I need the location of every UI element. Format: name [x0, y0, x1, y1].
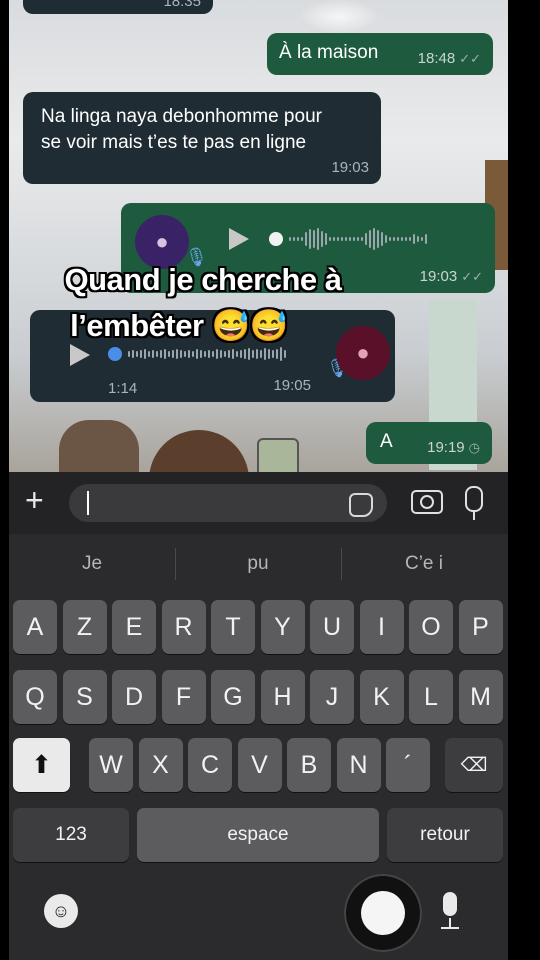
backspace-key[interactable]: ⌫ — [445, 738, 503, 792]
key-t[interactable]: T — [211, 600, 255, 654]
clock-icon: ◷ — [468, 439, 480, 455]
message-incoming-2[interactable]: Na linga naya debonhomme pour se voir ma… — [23, 92, 381, 184]
return-key[interactable]: retour — [387, 808, 503, 862]
background-person — [59, 420, 139, 472]
keyboard-mic-base — [441, 927, 459, 929]
message-input[interactable] — [69, 484, 387, 522]
person-icon: ● — [356, 340, 370, 365]
key-z[interactable]: Z — [62, 600, 107, 654]
keyboard-mic-icon[interactable] — [443, 892, 457, 916]
key-k[interactable]: K — [359, 670, 404, 724]
key-s[interactable]: S — [62, 670, 107, 724]
plus-icon[interactable]: + — [25, 484, 44, 516]
key-w[interactable]: W — [89, 738, 133, 792]
message-composer: + — [9, 472, 508, 534]
playback-position-dot[interactable] — [108, 347, 122, 361]
overlay-caption-line1: Quand je cherche à — [64, 262, 343, 297]
key-p[interactable]: P — [458, 600, 503, 654]
key-b[interactable]: B — [287, 738, 331, 792]
dictation-button-inner — [361, 891, 405, 935]
shift-key[interactable]: ⬆ — [13, 738, 70, 792]
avatar: ● — [336, 326, 390, 380]
key-o[interactable]: O — [409, 600, 453, 654]
numbers-key[interactable]: 123 — [13, 808, 129, 862]
voice-duration: 1:14 — [108, 380, 138, 397]
microphone-icon[interactable] — [465, 486, 483, 512]
ceiling-light — [299, 0, 379, 34]
suggestion-3[interactable]: C’e i — [341, 534, 507, 594]
message-text-line2: se voir mais t’es te pas en ligne — [41, 132, 307, 153]
message-outgoing-1[interactable]: À la maison 18:48 ✓✓ — [267, 33, 493, 75]
key-j[interactable]: J — [310, 670, 354, 724]
key-q[interactable]: Q — [13, 670, 57, 724]
screen: 18:35 À la maison 18:48 ✓✓ Na linga naya … — [9, 0, 508, 960]
key-e[interactable]: E — [112, 600, 156, 654]
message-time: 19:03 — [419, 268, 458, 285]
message-time: 19:19 — [427, 439, 465, 456]
key-g[interactable]: G — [211, 670, 255, 724]
message-time: 19:03 — [331, 159, 369, 176]
read-check-icon: ✓✓ — [461, 268, 483, 284]
space-key[interactable]: espace — [137, 808, 379, 862]
key-y[interactable]: Y — [260, 600, 305, 654]
microphone-stem — [473, 512, 475, 520]
message-text: A — [380, 431, 393, 452]
read-check-icon: ✓✓ — [459, 50, 481, 66]
message-text: À la maison — [279, 42, 379, 63]
emoji-icon[interactable]: ☺ — [44, 894, 78, 928]
playback-position-dot[interactable] — [269, 232, 283, 246]
message-time: 19:05 — [273, 377, 311, 394]
message-time: 18:35 — [163, 0, 201, 10]
key-x[interactable]: X — [138, 738, 183, 792]
play-icon[interactable] — [229, 228, 249, 250]
key-u[interactable]: U — [310, 600, 354, 654]
key-v[interactable]: V — [237, 738, 282, 792]
key-h[interactable]: H — [260, 670, 305, 724]
key-r[interactable]: R — [161, 600, 206, 654]
suggestion-2[interactable]: pu — [175, 534, 341, 594]
key-c[interactable]: C — [188, 738, 232, 792]
key-d[interactable]: D — [112, 670, 156, 724]
keyboard: Je pu C’e i AZERTYUIOP QSDFGHJKLM WXCVBN… — [9, 534, 508, 960]
key-m[interactable]: M — [458, 670, 503, 724]
camera-icon[interactable] — [411, 490, 443, 514]
key-a[interactable]: A — [13, 600, 57, 654]
message-time: 18:48 — [417, 50, 456, 67]
message-partial-top[interactable]: 18:35 — [23, 0, 213, 14]
key-n[interactable]: N — [336, 738, 381, 792]
waveform[interactable] — [289, 228, 427, 250]
key-i[interactable]: I — [359, 600, 404, 654]
text-caret — [87, 491, 89, 515]
sticker-icon[interactable] — [349, 493, 373, 517]
play-icon[interactable] — [70, 344, 90, 366]
message-text-line1: Na linga naya debonhomme pour — [41, 106, 322, 127]
key-f[interactable]: F — [161, 670, 206, 724]
message-outgoing-5[interactable]: A 19:19 ◷ — [366, 422, 492, 464]
person-icon: ● — [155, 229, 169, 254]
key-accent[interactable]: ´ — [386, 738, 430, 792]
overlay-caption-line2: l’embêter 😅😅 — [70, 308, 288, 343]
dictation-button[interactable] — [344, 874, 422, 952]
key-l[interactable]: L — [409, 670, 453, 724]
waveform[interactable] — [128, 343, 286, 365]
suggestion-1[interactable]: Je — [9, 534, 175, 594]
avatar: ● — [135, 215, 189, 269]
